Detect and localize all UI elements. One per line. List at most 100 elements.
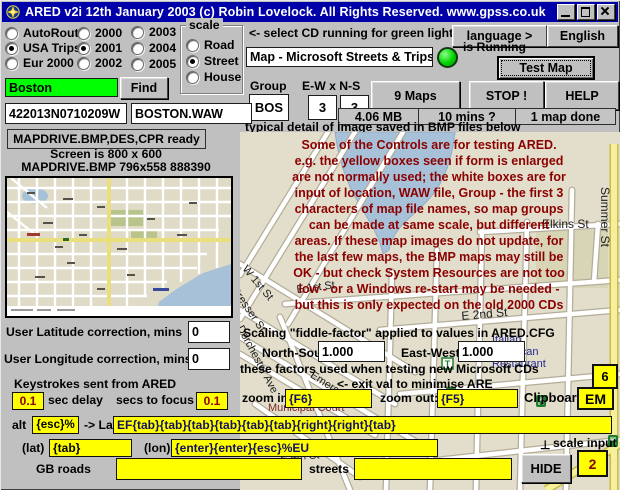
zoom-out-key-input[interactable]: {F5} (437, 389, 518, 408)
gb-roads-input[interactable] (116, 458, 302, 480)
gb-roads-label: GB roads (36, 463, 91, 476)
note-line: can be made at same scale, but different (240, 217, 618, 233)
radio-label: USA Trips (23, 41, 81, 55)
exit-value-box[interactable]: 6 (592, 364, 618, 389)
radio-label: Road (204, 38, 234, 52)
lon-key-input[interactable]: {enter}{enter}{esc}%EU (171, 439, 438, 457)
scale-group-label: scale (186, 18, 223, 32)
radio-2004[interactable]: 2004 (131, 41, 176, 55)
alt-key-input[interactable]: {esc}% (32, 416, 79, 434)
clipboard-label: Clipboard (524, 391, 585, 404)
east-west-input[interactable]: 1.000 (458, 341, 525, 362)
radio-label: Street (204, 54, 239, 68)
radio-2001[interactable]: 2001 (77, 41, 122, 55)
maps-button[interactable]: 9 Maps (371, 81, 460, 110)
ew-box[interactable]: 3 (308, 95, 337, 120)
scaling-title: Scaling "fiddle-factor" applied to value… (243, 327, 555, 340)
radio-2003[interactable]: 2003 (131, 25, 176, 39)
delay-label: sec delay (48, 394, 103, 407)
scale-groupbox: scale Road Street House (180, 25, 243, 94)
radio-circle (5, 57, 18, 70)
note-line: Some of the Controls are for testing ARE… (240, 137, 618, 153)
streets-input[interactable] (354, 458, 512, 480)
mapdrive-ready-box: MAPDRIVE.BMP,DES,CPR ready (7, 129, 206, 149)
waw-file-box[interactable]: BOSTON.WAW (131, 103, 252, 124)
radio-eur-2000[interactable]: Eur 2000 (5, 56, 74, 70)
note-line: OK - but check System Resources are not … (240, 265, 618, 281)
note-line: low - or a Windows re-start may be neede… (240, 281, 618, 297)
hide-button[interactable]: HIDE (521, 454, 571, 483)
testing-notes: Some of the Controls are for testing ARE… (240, 137, 618, 313)
radio-label: 2001 (95, 41, 122, 55)
radio-label: 2004 (149, 41, 176, 55)
running-status: is Running (463, 41, 526, 54)
radio-circle (131, 26, 144, 39)
zoom-in-key-input[interactable]: {F6} (285, 389, 372, 408)
radio-scale-street[interactable]: Street (186, 54, 239, 68)
note-line: the last few maps, the BMP maps may stil… (240, 249, 618, 265)
select-cd-hint: <- select CD running for green light (249, 27, 453, 40)
language-value-button[interactable]: English (547, 25, 618, 47)
titlebar: ARED v2i 12th January 2003 (c) Robin Lov… (2, 2, 618, 22)
lat-correction-label: User Latitude correction, mins (6, 326, 182, 339)
coords-box[interactable]: 422013N0710209W (5, 103, 127, 124)
radio-label: Eur 2000 (23, 56, 74, 70)
radio-usa-trips[interactable]: USA Trips (5, 41, 81, 55)
test-map-button[interactable]: Test Map (498, 57, 594, 79)
ew-ns-label: E-W x N-S (302, 80, 360, 93)
app-icon (5, 4, 21, 20)
mapdrive-file-info: MAPDRIVE.BMP 796x558 888390 (0, 161, 232, 174)
radio-scale-house[interactable]: House (186, 70, 241, 84)
status-done: 1 map done (515, 108, 616, 125)
zoom-out-label: zoom out: (380, 392, 438, 405)
north-south-input[interactable]: 1.000 (318, 341, 385, 362)
help-button[interactable]: HELP (545, 81, 619, 110)
search-input[interactable]: Boston (5, 78, 118, 97)
radio-label: 2003 (149, 25, 176, 39)
alt-label: alt (12, 419, 26, 432)
radio-label: AutoRoute (23, 26, 85, 40)
radio-circle (77, 57, 90, 70)
radio-autoroute[interactable]: AutoRoute (5, 26, 85, 40)
note-line: characters of map file names, so map gro… (240, 201, 618, 217)
radio-label: 2002 (95, 56, 122, 70)
stop-button[interactable]: STOP ! (469, 81, 544, 110)
note-line: but this is only expected on the old 200… (240, 297, 618, 313)
lat-key-input[interactable]: {tab} (49, 439, 132, 457)
lat-correction-input[interactable]: 0 (188, 321, 230, 343)
focus-label: secs to focus (116, 394, 194, 407)
focus-input[interactable]: 0.1 (196, 392, 228, 410)
window-title: ARED v2i 12th January 2003 (c) Robin Lov… (25, 5, 546, 19)
radio-scale-road[interactable]: Road (186, 38, 234, 52)
radio-2002[interactable]: 2002 (77, 56, 122, 70)
radio-label: House (204, 70, 241, 84)
radio-circle (186, 55, 199, 68)
radio-circle (77, 27, 90, 40)
scale-input-value-box[interactable]: 2 (577, 450, 608, 477)
group-code-box[interactable]: BOS (249, 94, 289, 121)
group-label: Group (250, 80, 287, 93)
lat-key-label: (lat) (22, 442, 44, 455)
clipboard-input[interactable]: EM (577, 387, 614, 410)
keystrokes-title: Keystrokes sent from ARED (14, 378, 176, 391)
radio-label: 2000 (95, 26, 122, 40)
map-source-box[interactable]: Map - Microsoft Streets & Trips (246, 47, 433, 67)
minimize-icon[interactable] (557, 4, 575, 20)
delay-input[interactable]: 0.1 (12, 392, 44, 410)
lat-sequence-input[interactable]: EF{tab}{tab}{tab}{tab}{tab}{tab}{right}{… (113, 416, 612, 434)
radio-circle (186, 39, 199, 52)
radio-2000[interactable]: 2000 (77, 26, 122, 40)
close-icon[interactable] (597, 4, 615, 20)
radio-circle (186, 71, 199, 84)
find-button[interactable]: Find (120, 77, 168, 99)
note-line: e.g. the yellow boxes seen if form is en… (240, 153, 618, 169)
titlebar-buttons (555, 4, 615, 20)
radio-circle (77, 42, 90, 55)
maximize-icon[interactable] (577, 4, 595, 20)
radio-2005[interactable]: 2005 (131, 57, 176, 71)
lon-correction-input[interactable]: 0 (188, 348, 230, 370)
scale-input-label: scale input (553, 437, 617, 450)
lon-correction-label: User Longitude correction, mins (4, 353, 192, 366)
map-preview (5, 176, 233, 318)
note-line: areas. If these map images do not update… (240, 233, 618, 249)
